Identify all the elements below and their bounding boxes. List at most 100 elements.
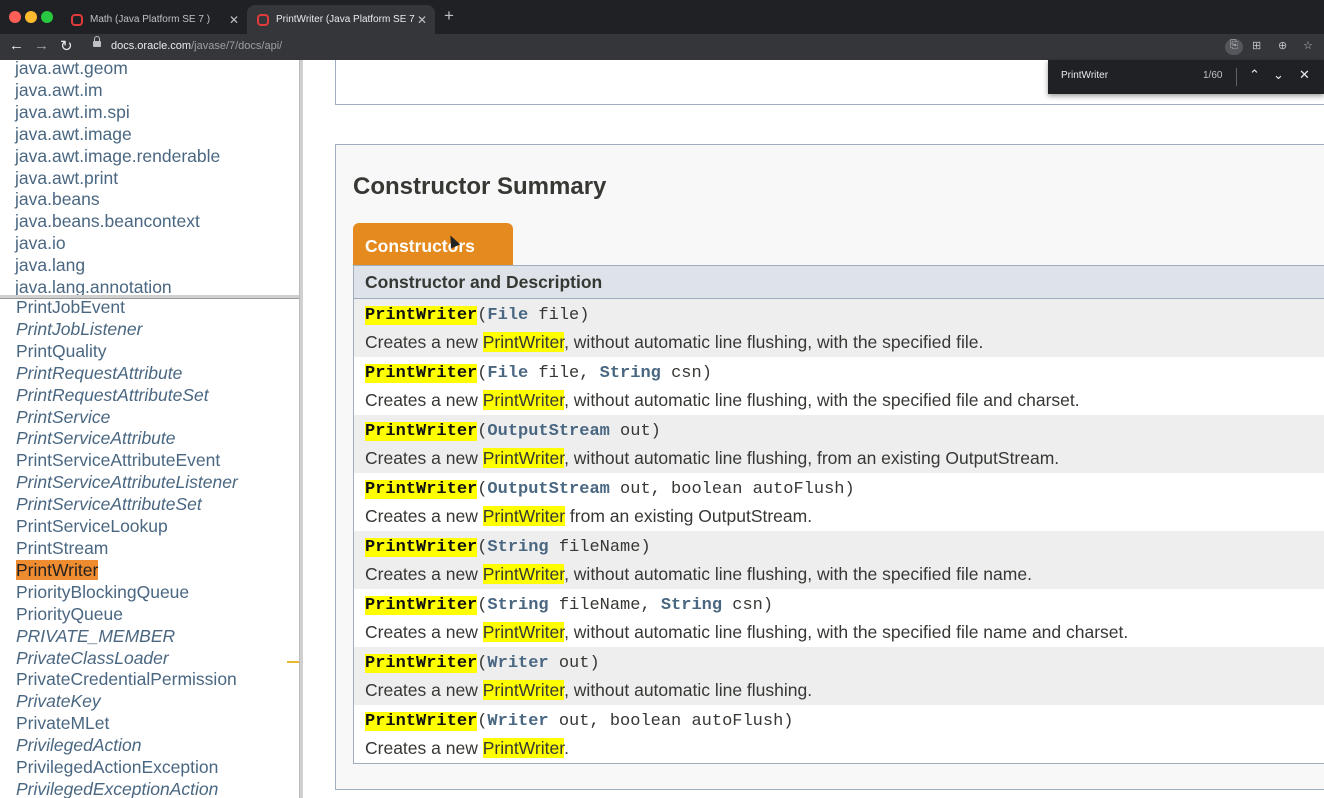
class-link[interactable]: PrivilegedActionException	[16, 757, 238, 779]
new-tab-icon[interactable]: +	[444, 6, 454, 26]
close-tab-icon[interactable]: ✕	[229, 13, 239, 27]
class-detail-frame[interactable]: Constructor Summary Constructors Constru…	[303, 60, 1324, 798]
table-row: PrintWriter(File file, String csn) Create…	[354, 357, 1324, 415]
package-link[interactable]: java.awt.image	[15, 124, 220, 146]
class-link[interactable]: PrivilegedAction	[16, 735, 238, 757]
class-link[interactable]: PRIVATE_MEMBER	[16, 626, 238, 648]
zoom-icon[interactable]: ⊕	[1278, 39, 1287, 52]
class-link[interactable]: PrintRequestAttribute	[16, 363, 238, 385]
close-tab-icon[interactable]: ✕	[417, 13, 427, 27]
package-link[interactable]: java.beans	[15, 189, 220, 211]
constructor-description: Creates a new PrintWriter, without autom…	[365, 448, 1324, 469]
package-list-frame[interactable]: java.awt.geom java.awt.im java.awt.im.spi j…	[0, 60, 299, 296]
constructor-link[interactable]: PrintWriter	[365, 538, 478, 557]
translate-icon[interactable]: ⊞	[1252, 39, 1261, 52]
class-link[interactable]: PrivateKey	[16, 691, 238, 713]
maximize-window-button[interactable]	[41, 11, 53, 23]
param-type-link[interactable]: Writer	[487, 712, 548, 731]
class-link[interactable]: PrintService	[16, 407, 238, 429]
constructor-description: Creates a new PrintWriter from an existi…	[365, 506, 1324, 527]
forward-arrow-icon[interactable]: →	[34, 37, 49, 54]
description-text: , without automatic line flushing.	[564, 680, 813, 700]
close-window-button[interactable]	[9, 11, 21, 23]
browser-tab-bar: Math (Java Platform SE 7 ) ✕ PrintWriter…	[0, 0, 1324, 34]
class-link[interactable]: PrintJobEvent	[16, 299, 238, 319]
close-icon[interactable]: ✕	[1299, 67, 1310, 83]
constructor-link[interactable]: PrintWriter	[365, 364, 478, 383]
tab-math[interactable]: Math (Java Platform SE 7 ) ✕	[61, 5, 247, 34]
param-type-link[interactable]: String	[600, 364, 661, 383]
param-type-link[interactable]: File	[487, 306, 528, 325]
package-link[interactable]: java.lang	[15, 255, 220, 277]
description-text: , without automatic line flushing, with …	[564, 564, 1032, 584]
find-in-page-icon[interactable]: ⎘	[1225, 39, 1243, 55]
package-link[interactable]: java.beans.beancontext	[15, 211, 220, 233]
class-list-frame[interactable]: PrintJobEvent PrintJobListener PrintQualit…	[0, 299, 299, 798]
constructor-description: Creates a new PrintWriter.	[365, 738, 1324, 759]
class-link-label: PrintWriter	[16, 559, 99, 580]
package-link[interactable]: java.awt.print	[15, 168, 220, 190]
param-type-link[interactable]: File	[487, 364, 528, 383]
class-link-label: PriorityBlockingQueue	[16, 581, 190, 602]
param-type-link[interactable]: OutputStream	[487, 422, 609, 441]
class-link-label: PrintServiceAttributeListener	[16, 472, 238, 493]
class-link[interactable]: PrintServiceAttribute	[16, 428, 238, 450]
minimize-window-button[interactable]	[25, 11, 37, 23]
find-input[interactable]: PrintWriter	[1061, 70, 1108, 81]
class-link[interactable]: PrintServiceLookup	[16, 516, 238, 538]
chevron-up-icon[interactable]: ⌃	[1249, 67, 1260, 83]
back-arrow-icon[interactable]: ←	[9, 37, 24, 54]
class-link-label: PrivateClassLoader	[16, 647, 169, 668]
class-link[interactable]: PriorityBlockingQueue	[16, 582, 238, 604]
reload-icon[interactable]: ↻	[60, 37, 73, 55]
class-link[interactable]: PrivateMLet	[16, 713, 238, 735]
class-link[interactable]: PrivilegedExceptionAction	[16, 779, 238, 798]
class-link[interactable]: PrivateClassLoader	[16, 648, 238, 670]
constructor-link[interactable]: PrintWriter	[365, 306, 478, 325]
class-link[interactable]: PrintServiceAttributeEvent	[16, 450, 238, 472]
param-type-link[interactable]: String	[661, 596, 722, 615]
class-link-label: PrintServiceLookup	[16, 516, 168, 537]
bookmark-star-icon[interactable]: ☆	[1303, 39, 1313, 52]
description-text: , without automatic line flushing, with …	[564, 332, 984, 352]
constructor-link[interactable]: PrintWriter	[365, 480, 478, 499]
package-link[interactable]: java.io	[15, 233, 220, 255]
package-link[interactable]: java.awt.image.renderable	[15, 146, 220, 168]
class-link-current[interactable]: PrintWriter	[16, 559, 238, 582]
package-link[interactable]: java.awt.im.spi	[15, 102, 220, 124]
constructor-link[interactable]: PrintWriter	[365, 596, 478, 615]
tab-title: Math (Java Platform SE 7 )	[90, 14, 211, 25]
class-link[interactable]: PrintServiceAttributeListener	[16, 472, 238, 494]
constructor-link[interactable]: PrintWriter	[365, 422, 478, 441]
class-link[interactable]: PrintStream	[16, 538, 238, 560]
param-type-link[interactable]: String	[487, 538, 548, 557]
class-link[interactable]: PrintServiceAttributeSet	[16, 494, 238, 516]
class-link-label: PrivateCredentialPermission	[16, 669, 237, 690]
package-link[interactable]: java.awt.im	[15, 80, 220, 102]
package-link[interactable]: java.lang.annotation	[15, 277, 220, 296]
package-link[interactable]: java.awt.geom	[15, 60, 220, 80]
param-type-link[interactable]: OutputStream	[487, 480, 609, 499]
tab-printwriter[interactable]: PrintWriter (Java Platform SE 7 ✕	[247, 5, 435, 34]
address-bar[interactable]: docs.oracle.com/javase/7/docs/api/	[111, 40, 282, 52]
find-match-highlight: PrintWriter	[482, 680, 565, 700]
class-link[interactable]: PriorityQueue	[16, 604, 238, 626]
chevron-down-icon[interactable]: ⌄	[1273, 67, 1284, 83]
find-match-highlight: PrintWriter	[482, 506, 566, 526]
description-text: , without automatic line flushing, with …	[564, 390, 1080, 410]
class-link[interactable]: PrintJobListener	[16, 319, 238, 341]
class-link[interactable]: PrintRequestAttributeSet	[16, 385, 238, 407]
param-type-link[interactable]: Writer	[487, 654, 548, 673]
constructor-link[interactable]: PrintWriter	[365, 712, 478, 731]
lock-icon[interactable]	[93, 36, 101, 49]
table-row: PrintWriter(OutputStream out, boolean au…	[354, 473, 1324, 531]
constructor-signature: PrintWriter(File file)	[365, 306, 590, 325]
constructor-signature: PrintWriter(OutputStream out)	[365, 422, 661, 441]
constructor-link[interactable]: PrintWriter	[365, 654, 478, 673]
constructor-summary-block: Constructor Summary Constructors Constru…	[335, 144, 1324, 790]
param-type-link[interactable]: String	[487, 596, 548, 615]
table-header: Constructor and Description	[354, 266, 1324, 299]
class-link-label: PrintService	[16, 406, 111, 427]
class-link[interactable]: PrintQuality	[16, 341, 238, 363]
class-link[interactable]: PrivateCredentialPermission	[16, 669, 238, 691]
